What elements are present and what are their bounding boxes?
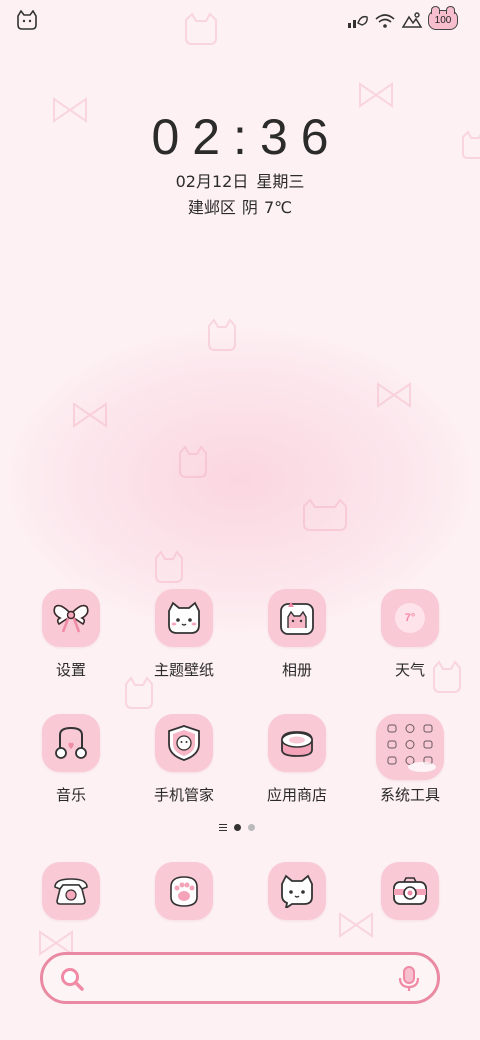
wallpaper-cat-icon — [208, 318, 236, 351]
temperature-text: 7℃ — [263, 198, 293, 217]
app-phone-manager-label: 手机管家 — [153, 786, 214, 804]
app-phone-manager[interactable]: 手机管家 — [134, 714, 234, 805]
wallpaper-bow-icon — [377, 382, 411, 408]
cake-box-icon — [281, 731, 313, 757]
date-text: 02月12日 — [175, 172, 249, 191]
app-music-tile[interactable] — [42, 714, 100, 772]
app-gallery-tile[interactable] — [268, 589, 326, 647]
page-indicator[interactable] — [219, 824, 255, 831]
dock-camera[interactable] — [360, 862, 460, 920]
shield-icon — [168, 725, 200, 761]
app-themes-label: 主题壁纸 — [153, 661, 214, 679]
bow-icon — [53, 604, 89, 633]
status-icons: 100 — [347, 6, 458, 32]
page-indicator-minus-one-icon[interactable] — [219, 824, 227, 831]
app-settings[interactable]: 设置 — [21, 589, 121, 680]
app-system-tools-label: 系统工具 — [379, 786, 440, 804]
page-dot-1[interactable] — [234, 824, 241, 831]
wallpaper-cat-icon — [155, 550, 183, 583]
battery-indicator: 100 — [428, 6, 458, 30]
app-app-store[interactable]: 应用商店 — [247, 714, 347, 805]
app-gallery[interactable]: 相册 — [247, 589, 347, 680]
hotspot-icon — [401, 12, 423, 28]
page-dot-2[interactable] — [248, 824, 255, 831]
app-weather-tile[interactable]: 7° — [381, 589, 439, 647]
signal-icon — [348, 15, 368, 28]
paw-icon — [170, 876, 198, 907]
weekday-text: 星期三 — [256, 172, 305, 191]
clock-time[interactable]: 02:36 — [0, 108, 480, 166]
wallpaper-cat-icon — [303, 498, 347, 531]
app-music-label: 音乐 — [55, 786, 86, 804]
wallpaper-cat-icon — [179, 445, 207, 478]
app-weather-label: 天气 — [394, 661, 425, 679]
wallpaper-bow-icon — [73, 402, 107, 428]
search-input[interactable] — [97, 963, 377, 993]
photo-frame-icon — [280, 602, 314, 635]
app-system-tools-tile[interactable] — [376, 714, 444, 780]
app-app-store-tile[interactable] — [268, 714, 326, 772]
clock-weather[interactable]: 建邺区阴 7℃ — [0, 194, 480, 218]
status-bar: 100 — [0, 0, 480, 40]
location-text: 建邺区 — [187, 198, 236, 217]
camera-icon — [393, 877, 427, 905]
app-settings-label: 设置 — [55, 661, 86, 679]
dock-messages-tile[interactable] — [268, 862, 326, 920]
wallpaper-cat-icon — [125, 676, 153, 709]
battery-level: 100 — [434, 14, 452, 26]
telephone-icon — [54, 878, 88, 905]
dock-phone-tile[interactable] — [42, 862, 100, 920]
weather-icon: 7° — [395, 603, 425, 633]
app-phone-manager-tile[interactable] — [155, 714, 213, 772]
dock-paw[interactable] — [134, 862, 234, 920]
app-themes[interactable]: 主题壁纸 — [134, 589, 234, 680]
dock-phone[interactable] — [21, 862, 121, 920]
search-icon[interactable] — [59, 966, 85, 992]
cat-chat-icon — [281, 874, 313, 908]
condition-text: 阴 — [241, 198, 258, 217]
cat-face-icon — [17, 10, 37, 30]
wallpaper-bow-icon — [359, 82, 393, 108]
dock-messages[interactable] — [247, 862, 347, 920]
dock-camera-tile[interactable] — [381, 862, 439, 920]
search-bar[interactable] — [40, 952, 440, 1004]
app-themes-tile[interactable] — [155, 589, 213, 647]
app-settings-tile[interactable] — [42, 589, 100, 647]
app-weather[interactable]: 7° 天气 — [360, 589, 460, 680]
music-note-icon — [55, 726, 87, 759]
folder-grid-icon — [387, 724, 436, 772]
cat-face-icon — [168, 601, 200, 634]
app-music[interactable]: 音乐 — [21, 714, 121, 805]
app-app-store-label: 应用商店 — [266, 786, 327, 804]
wifi-icon — [375, 14, 395, 28]
wallpaper-glow — [10, 330, 470, 630]
dock-paw-tile[interactable] — [155, 862, 213, 920]
microphone-icon[interactable] — [397, 965, 421, 993]
clock-date[interactable]: 02月12日 星期三 — [0, 168, 480, 192]
app-system-tools[interactable]: 系统工具 — [360, 714, 460, 805]
app-gallery-label: 相册 — [281, 661, 312, 679]
